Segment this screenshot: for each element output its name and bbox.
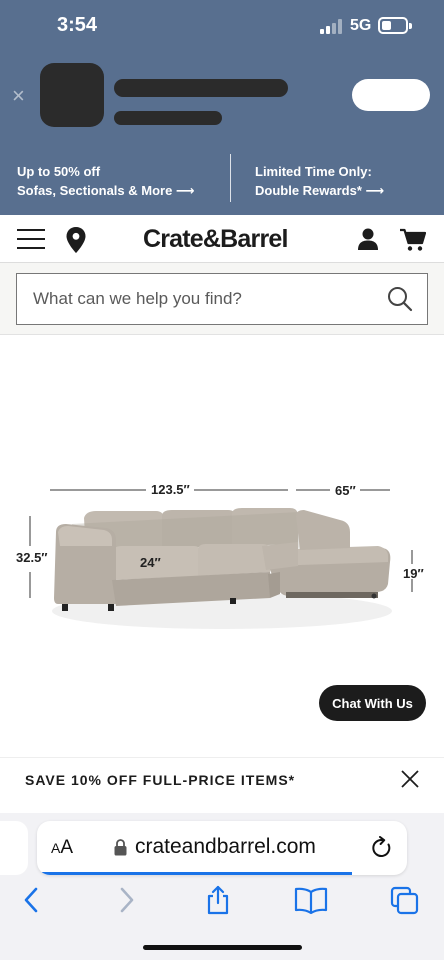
site-header: Crate&Barrel bbox=[0, 215, 444, 263]
forward-icon[interactable] bbox=[112, 885, 140, 915]
previous-tab-card[interactable] bbox=[0, 821, 28, 875]
browser-toolbar bbox=[0, 871, 444, 931]
promo-strip: SAVE 10% OFF FULL-PRICE ITEMS* bbox=[0, 757, 444, 813]
promo-divider bbox=[230, 154, 231, 202]
address-bar[interactable]: AA crateandbarrel.com bbox=[37, 821, 407, 875]
status-time: 3:54 bbox=[57, 14, 98, 36]
app-icon bbox=[40, 63, 104, 127]
signal-icon bbox=[320, 19, 342, 34]
promo-line: Double Rewards* ⟶ bbox=[255, 183, 385, 198]
app-open-button[interactable] bbox=[352, 79, 430, 111]
url-text[interactable]: crateandbarrel.com bbox=[135, 835, 316, 859]
back-icon[interactable] bbox=[18, 885, 46, 915]
close-icon[interactable] bbox=[399, 768, 421, 790]
dimension-chaise-width: 65″ bbox=[335, 483, 356, 498]
dimension-width: 123.5″ bbox=[151, 482, 190, 497]
app-smart-banner: × bbox=[0, 55, 444, 140]
network-type: 5G bbox=[350, 17, 372, 34]
close-icon[interactable]: × bbox=[12, 83, 25, 109]
reader-options-button[interactable]: AA bbox=[51, 837, 73, 859]
site-logo[interactable]: Crate&Barrel bbox=[143, 225, 288, 254]
search-icon[interactable] bbox=[387, 286, 413, 312]
dimension-seat-depth: 24″ bbox=[140, 555, 161, 570]
account-icon[interactable] bbox=[357, 228, 379, 250]
battery-icon bbox=[378, 17, 412, 34]
promo-banners: Up to 50% off Sofas, Sectionals & More ⟶… bbox=[0, 154, 444, 210]
search-input[interactable] bbox=[33, 286, 373, 312]
promo-line: Up to 50% off bbox=[17, 164, 101, 179]
promo-line: Limited Time Only: bbox=[255, 164, 372, 179]
sofa-illustration bbox=[29, 489, 413, 629]
promo-sofas-link[interactable]: Up to 50% off Sofas, Sectionals & More ⟶ bbox=[17, 162, 195, 200]
promo-line: Sofas, Sectionals & More ⟶ bbox=[17, 183, 195, 198]
dimension-height: 32.5″ bbox=[16, 550, 48, 565]
aa-big: A bbox=[60, 837, 74, 858]
reload-icon[interactable] bbox=[371, 836, 393, 860]
top-region: 3:54 5G × Up to 50% off Sofas, Sectional… bbox=[0, 0, 444, 215]
share-icon[interactable] bbox=[204, 885, 232, 915]
home-indicator bbox=[143, 945, 302, 950]
app-subtitle-redacted bbox=[114, 111, 222, 125]
search-section bbox=[0, 263, 444, 335]
aa-small: A bbox=[51, 840, 61, 856]
tabs-icon[interactable] bbox=[390, 885, 420, 915]
promo-rewards-link[interactable]: Limited Time Only: Double Rewards* ⟶ bbox=[255, 162, 384, 200]
app-name-redacted bbox=[114, 79, 288, 97]
chat-with-us-button[interactable]: Chat With Us bbox=[319, 685, 426, 721]
browser-chrome: AA crateandbarrel.com bbox=[0, 813, 444, 960]
location-pin-icon[interactable] bbox=[66, 227, 86, 253]
search-box bbox=[16, 273, 428, 325]
hamburger-icon[interactable] bbox=[17, 229, 45, 249]
status-bar: 3:54 5G bbox=[0, 0, 444, 52]
promo-strip-text[interactable]: SAVE 10% OFF FULL-PRICE ITEMS* bbox=[25, 772, 295, 788]
lock-icon bbox=[114, 839, 127, 856]
bookmarks-icon[interactable] bbox=[294, 885, 328, 915]
cart-icon[interactable] bbox=[400, 228, 426, 252]
dimension-seat-height: 19″ bbox=[403, 566, 424, 581]
